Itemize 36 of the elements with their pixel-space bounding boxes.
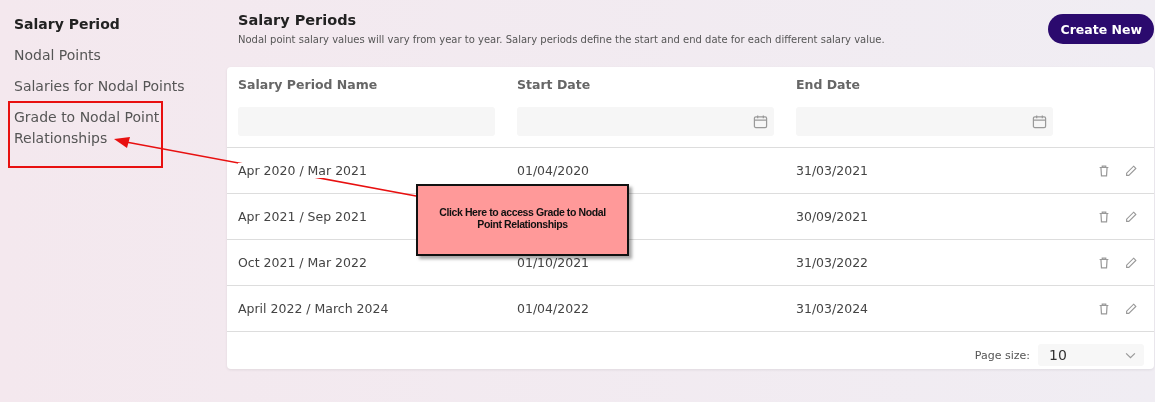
sidebar-item[interactable]: Grade to Nodal Point Relationships (14, 107, 161, 149)
edit-icon[interactable] (1124, 255, 1138, 270)
delete-icon[interactable] (1097, 255, 1111, 270)
delete-icon[interactable] (1097, 209, 1111, 224)
date-filter-field[interactable] (517, 107, 774, 136)
date-filter-field[interactable] (796, 107, 1053, 136)
chevron-down-icon (1125, 351, 1136, 359)
edit-icon[interactable] (1124, 163, 1138, 178)
sidebar-item[interactable]: Salary Period (14, 14, 120, 35)
table-cell: 31/03/2021 (796, 163, 869, 178)
table-cell: Oct 2021 / Mar 2022 (238, 255, 367, 270)
sidebar-item[interactable]: Nodal Points (14, 45, 101, 66)
table-cell: 30/09/2021 (796, 209, 869, 224)
delete-icon[interactable] (1097, 301, 1111, 316)
table-cell: Apr 2020 / Mar 2021 (238, 163, 367, 178)
table-cell: 01/04/2020 (517, 163, 590, 178)
page-title: Salary Periods (238, 12, 358, 28)
edit-icon[interactable] (1124, 301, 1138, 316)
column-header: Start Date (517, 77, 592, 92)
calendar-icon (1032, 114, 1047, 129)
page-size-select[interactable]: 10 (1038, 344, 1144, 366)
edit-icon[interactable] (1124, 209, 1138, 224)
table-cell: 31/03/2022 (796, 255, 869, 270)
page-size-label: Page size: (974, 348, 1030, 362)
create-new-button[interactable]: Create New (1048, 14, 1154, 44)
column-header: End Date (796, 77, 861, 92)
calendar-icon (753, 114, 768, 129)
callout-note: Click Here to access Grade to Nodal Point Relationships (416, 184, 629, 256)
table-cell: 01/04/2022 (517, 301, 590, 316)
table-cell: Apr 2021 / Sep 2021 (238, 209, 367, 224)
delete-icon[interactable] (1097, 163, 1111, 178)
table-cell: 31/03/2024 (796, 301, 869, 316)
table-cell: April 2022 / March 2024 (238, 301, 389, 316)
page-description: Nodal point salary values will vary from year to year. Salary periods define the start and end date for each different salary value. (238, 34, 885, 45)
column-header: Salary Period Name (238, 77, 379, 92)
sidebar-item[interactable]: Salaries for Nodal Points (14, 76, 185, 97)
